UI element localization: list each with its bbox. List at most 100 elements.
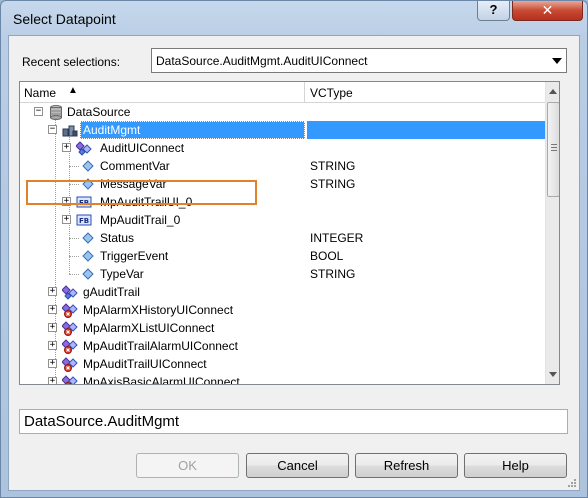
tree-row-mpaudittrailuiconnect[interactable]: + MpAuditTrailUIConnect	[20, 355, 545, 373]
column-name-header[interactable]: Name	[24, 86, 56, 100]
tree-row-vctype: STRING	[310, 267, 356, 281]
expand-icon[interactable]: +	[62, 143, 71, 152]
column-separator[interactable]	[304, 82, 305, 103]
expand-icon[interactable]: +	[62, 215, 71, 224]
dialog-title: Select Datapoint	[13, 11, 116, 27]
tree-row-label: DataSource	[67, 105, 131, 119]
variable-icon	[82, 160, 94, 172]
struct-icon	[76, 141, 92, 156]
tree-row-mpaudittrail0[interactable]: + FB MpAuditTrail_0	[20, 211, 545, 229]
close-button[interactable]: ✕	[512, 1, 583, 21]
tree-header: Name ▲ VCType	[20, 82, 545, 103]
help-title-button[interactable]: ?	[477, 1, 510, 21]
tree-row-commentvar[interactable]: CommentVar STRING	[20, 157, 545, 175]
variable-icon	[82, 232, 94, 244]
tree-row-vctype: BOOL	[310, 249, 344, 263]
vertical-scrollbar[interactable]	[545, 82, 559, 384]
tree-row-mpalarmxlistuiconnect[interactable]: + MpAlarmXListUIConnect	[20, 319, 545, 337]
tree-row-label: CommentVar	[100, 159, 170, 173]
variable-icon	[82, 268, 94, 280]
selected-path-field[interactable]: DataSource.AuditMgmt	[19, 409, 568, 434]
expand-icon[interactable]: +	[48, 323, 57, 332]
tree-connector	[69, 238, 79, 239]
tree-row-mpaudittrailalarmuiconnect[interactable]: + MpAuditTrailAlarmUIConnect	[20, 337, 545, 355]
tree-row-triggerevent[interactable]: TriggerEvent BOOL	[20, 247, 545, 265]
tree-row-audituiconnect[interactable]: + AuditUIConnect	[20, 139, 545, 157]
cancel-button[interactable]: Cancel	[246, 453, 349, 478]
module-icon	[62, 125, 78, 137]
tree-row-messagevar[interactable]: MessageVar STRING	[20, 175, 545, 193]
tree-row-mpaxisbasicalarmuiconnect[interactable]: + MpAxisBasicAlarmUIConnect	[20, 373, 545, 385]
tree-row-label: MpAuditTrailUIConnect	[83, 357, 207, 371]
dropdown-arrow-icon[interactable]	[552, 58, 562, 64]
variable-icon	[82, 250, 94, 262]
tree-row-mpalarmxhistoryuiconnect[interactable]: + MpAlarmXHistoryUIConnect	[20, 301, 545, 319]
tree-row-label: MpAuditTrailAlarmUIConnect	[83, 339, 238, 353]
function-block-icon: FB	[76, 196, 92, 208]
tree-row-gaudittrail[interactable]: + gAuditTrail	[20, 283, 545, 301]
tree-row-label: MpAlarmXHistoryUIConnect	[83, 303, 234, 317]
selection-highlight-vctype	[307, 121, 545, 139]
function-block-icon: FB	[76, 214, 92, 226]
expand-icon[interactable]: +	[48, 287, 57, 296]
tree-row-mpaudittrailui0[interactable]: + FB MpAuditTrailUI_0	[20, 193, 545, 211]
expand-icon[interactable]: +	[48, 305, 57, 314]
recent-selections-value: DataSource.AuditMgmt.AuditUIConnect	[156, 54, 368, 68]
grip-line	[551, 144, 557, 145]
tree-rows: − DataSource − AuditMgmt + AuditUIConnec…	[20, 103, 545, 385]
struct-error-icon	[62, 357, 78, 372]
struct-icon	[62, 285, 78, 300]
struct-error-icon	[62, 339, 78, 354]
collapse-icon[interactable]: −	[34, 107, 43, 116]
struct-error-icon	[62, 375, 78, 384]
tree-row-label: MpAuditTrail_0	[100, 213, 181, 227]
refresh-button[interactable]: Refresh	[355, 453, 458, 478]
expand-icon[interactable]: +	[62, 197, 71, 206]
tree-row-label: TypeVar	[100, 267, 144, 281]
tree-connector	[69, 256, 79, 257]
tree-row-vctype: STRING	[310, 177, 356, 191]
expand-icon[interactable]: +	[48, 359, 57, 368]
tree-row-label: MpAxisBasicAlarmUIConnect	[83, 375, 240, 385]
variable-icon	[82, 178, 94, 190]
column-vctype-header[interactable]: VCType	[310, 86, 353, 100]
dialog-body: Recent selections: DataSource.AuditMgmt.…	[8, 35, 580, 491]
expand-icon[interactable]: +	[48, 377, 57, 384]
scroll-down-icon[interactable]	[549, 372, 557, 377]
tree-connector	[69, 166, 79, 167]
svg-text:FB: FB	[79, 217, 89, 225]
svg-text:FB: FB	[79, 199, 89, 207]
tree-row-label: MpAlarmXListUIConnect	[83, 321, 215, 335]
tree-row-vctype: STRING	[310, 159, 356, 173]
tree-row-auditmgmt[interactable]: − AuditMgmt	[20, 121, 545, 139]
tree-row-label: AuditUIConnect	[100, 141, 185, 155]
database-icon	[50, 105, 62, 120]
tree-row-label: TriggerEvent	[100, 249, 169, 263]
sort-ascending-icon: ▲	[68, 85, 78, 96]
tree-row-typevar[interactable]: TypeVar STRING	[20, 265, 545, 283]
ok-button[interactable]: OK	[136, 453, 239, 478]
recent-selections-dropdown[interactable]: DataSource.AuditMgmt.AuditUIConnect	[151, 48, 567, 73]
help-button[interactable]: Help	[464, 453, 567, 478]
tree-row-label: Status	[100, 231, 135, 245]
resize-grip-icon[interactable]	[567, 478, 577, 488]
recent-selections-label: Recent selections:	[22, 55, 121, 69]
scroll-up-icon[interactable]	[549, 89, 557, 94]
struct-error-icon	[62, 303, 78, 318]
grip-line	[551, 150, 557, 151]
tree-row-status[interactable]: Status INTEGER	[20, 229, 545, 247]
tree-connector	[69, 274, 79, 275]
collapse-icon[interactable]: −	[48, 125, 57, 134]
struct-error-icon	[62, 321, 78, 336]
tree-row-label: gAuditTrail	[83, 285, 140, 299]
scrollbar-thumb[interactable]	[547, 102, 559, 197]
datapoint-tree[interactable]: Name ▲ VCType − DataSource − AuditMgmt +…	[19, 81, 560, 385]
tree-row-label: AuditMgmt	[83, 123, 141, 137]
title-bar[interactable]: Select Datapoint ? ✕	[1, 1, 587, 35]
expand-icon[interactable]: +	[48, 341, 57, 350]
tree-row-label: MpAuditTrailUI_0	[100, 195, 193, 209]
select-datapoint-dialog: Select Datapoint ? ✕ Recent selections: …	[0, 0, 588, 498]
tree-row-datasource[interactable]: − DataSource	[20, 103, 545, 121]
grip-line	[551, 147, 557, 148]
tree-row-label: MessageVar	[100, 177, 167, 191]
